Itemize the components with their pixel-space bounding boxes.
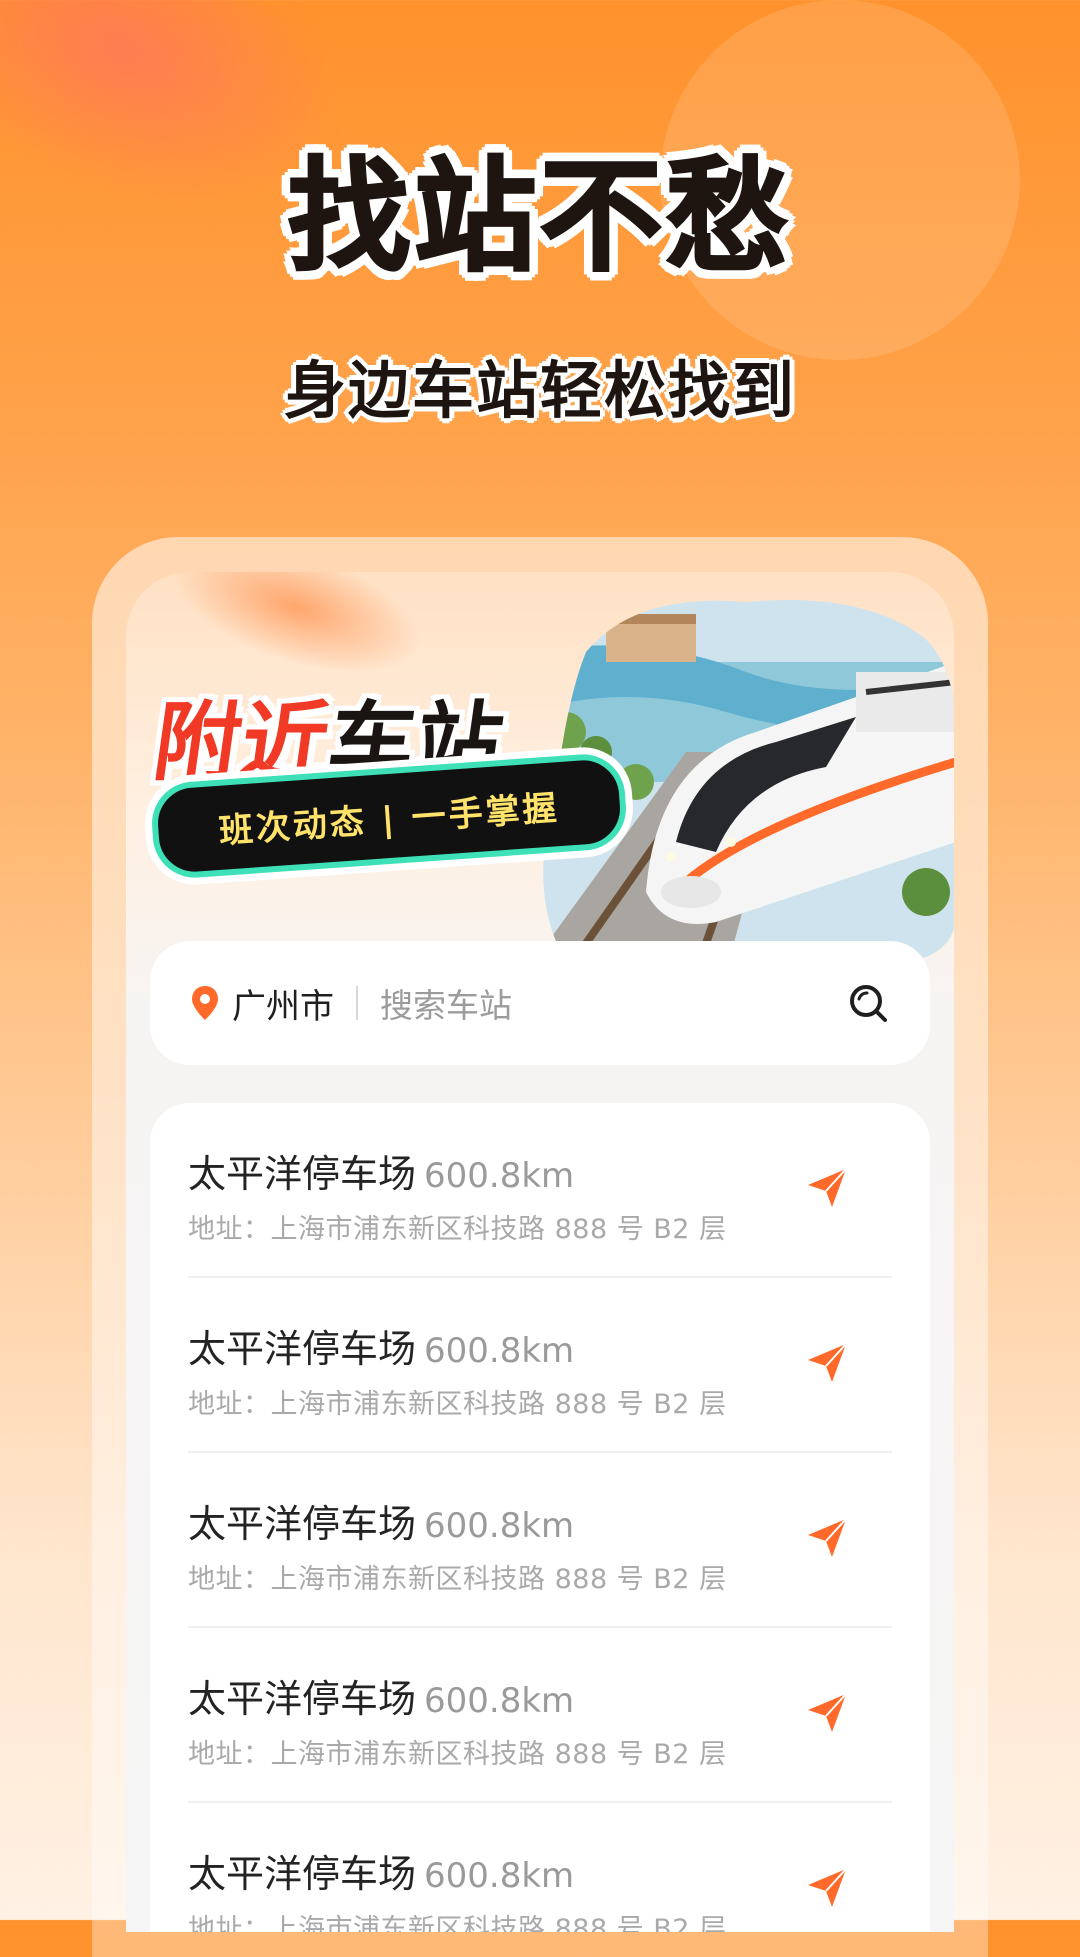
navigate-arrow-icon[interactable] xyxy=(802,1513,852,1563)
list-item[interactable]: 太平洋停车场 600.8km 地址：上海市浦东新区科技路 888 号 B2 层 xyxy=(188,1803,892,1932)
station-address: 地址：上海市浦东新区科技路 888 号 B2 层 xyxy=(188,1739,727,1770)
station-list: 太平洋停车场 600.8km 地址：上海市浦东新区科技路 888 号 B2 层 太… xyxy=(150,1103,930,1932)
phone-screen: 附近车站 班次动态 | 一手掌握 广州市 搜索车站 太平洋停车场 600.8km … xyxy=(126,572,954,1932)
station-address: 地址：上海市浦东新区科技路 888 号 B2 层 xyxy=(188,1564,727,1595)
station-name: 太平洋停车场 xyxy=(188,1327,417,1371)
station-title: 太平洋停车场 600.8km xyxy=(188,1318,574,1373)
list-item[interactable]: 太平洋停车场 600.8km 地址：上海市浦东新区科技路 888 号 B2 层 xyxy=(188,1453,892,1628)
search-input[interactable]: 搜索车站 xyxy=(380,979,846,1027)
list-item[interactable]: 太平洋停车场 600.8km 地址：上海市浦东新区科技路 888 号 B2 层 xyxy=(188,1103,892,1278)
navigate-arrow-icon[interactable] xyxy=(802,1688,852,1738)
station-title: 太平洋停车场 600.8km xyxy=(188,1143,574,1198)
station-distance: 600.8km xyxy=(424,1856,575,1896)
station-distance: 600.8km xyxy=(424,1331,575,1371)
station-name: 太平洋停车场 xyxy=(188,1677,417,1721)
station-address: 地址：上海市浦东新区科技路 888 号 B2 层 xyxy=(188,1214,727,1245)
promo-subline: 身边车站轻松找到 xyxy=(283,354,796,427)
list-item[interactable]: 太平洋停车场 600.8km 地址：上海市浦东新区科技路 888 号 B2 层 xyxy=(188,1278,892,1453)
search-divider xyxy=(356,986,358,1020)
city-selector[interactable]: 广州市 xyxy=(232,979,334,1028)
station-distance: 600.8km xyxy=(424,1506,575,1546)
location-pin-icon[interactable] xyxy=(190,985,220,1021)
search-icon[interactable] xyxy=(846,981,890,1025)
station-title: 太平洋停车场 600.8km xyxy=(188,1843,574,1898)
station-distance: 600.8km xyxy=(424,1681,575,1721)
station-name: 太平洋停车场 xyxy=(188,1852,417,1896)
promo-headline: 找站不愁 xyxy=(287,145,792,290)
navigate-arrow-icon[interactable] xyxy=(802,1163,852,1213)
navigate-arrow-icon[interactable] xyxy=(802,1863,852,1913)
station-address: 地址：上海市浦东新区科技路 888 号 B2 层 xyxy=(188,1389,727,1420)
navigate-arrow-icon[interactable] xyxy=(802,1338,852,1388)
station-name: 太平洋停车场 xyxy=(188,1502,417,1546)
search-bar[interactable]: 广州市 搜索车站 xyxy=(150,941,930,1065)
list-item[interactable]: 太平洋停车场 600.8km 地址：上海市浦东新区科技路 888 号 B2 层 xyxy=(188,1628,892,1803)
station-name: 太平洋停车场 xyxy=(188,1152,417,1196)
station-title: 太平洋停车场 600.8km xyxy=(188,1493,574,1548)
station-title: 太平洋停车场 600.8km xyxy=(188,1668,574,1723)
station-distance: 600.8km xyxy=(424,1156,575,1196)
